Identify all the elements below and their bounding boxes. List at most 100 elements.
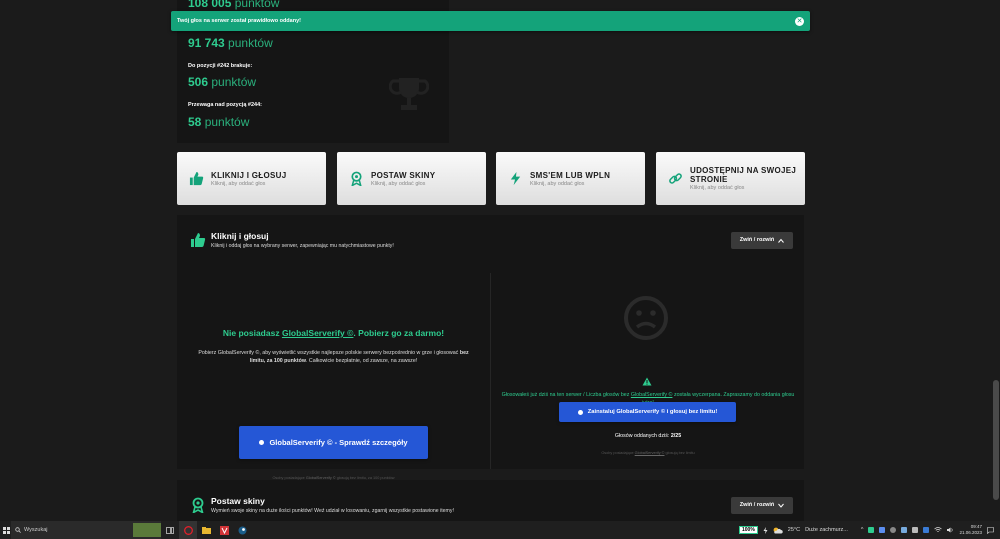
lead-value: 58 <box>188 115 202 129</box>
close-icon[interactable]: ✕ <box>795 16 804 26</box>
section-skins: Postaw skiny Wymień swoje skiny na duże … <box>177 480 804 521</box>
right-fine-print: Osoby posiadające GlobalServerify © głos… <box>491 451 805 455</box>
promo-description: Pobierz GlobalServerify ©, aby wyświetli… <box>192 349 475 365</box>
card-click-vote[interactable]: KLIKNIJ I GŁOSUJ Kliknij, aby oddać głos <box>177 152 326 205</box>
steam-icon <box>238 526 246 534</box>
promo-desc-part1: Pobierz GlobalServerify ©, aby wyświetli… <box>198 350 459 356</box>
charging-icon <box>763 526 768 534</box>
vote-status-pane: Głosowałeś już dziś na ten serwer / Licz… <box>490 273 804 469</box>
votes-value: 2/25 <box>670 433 682 439</box>
card-subtitle: Kliknij, aby oddać głos <box>211 180 266 187</box>
card-share[interactable]: UDOSTĘPNIJ NA SWOJEJ STRONIE Kliknij, ab… <box>656 152 805 205</box>
start-button[interactable] <box>1 526 11 534</box>
card-sms[interactable]: SMS'EM LUB WPLN Kliknij, aby oddać głos <box>496 152 645 205</box>
stats-row0-value: 108 005 <box>188 0 232 10</box>
promo-pane: Nie posiadasz GlobalServerify ©. Pobierz… <box>177 273 490 480</box>
chevron-up-icon <box>778 238 785 243</box>
tray-app-icon[interactable] <box>890 527 897 533</box>
missing-label: Do pozycji #242 brakuje: <box>188 63 253 69</box>
fine-part2: głosują bez limitu <box>665 451 695 455</box>
expand-toggle-button[interactable]: Zwiń / rozwiń <box>731 496 793 514</box>
wifi-icon[interactable] <box>934 527 943 533</box>
link-icon <box>669 173 682 184</box>
speaker-icon[interactable] <box>947 527 954 533</box>
award-icon <box>192 497 204 513</box>
card-title: UDOSTĘPNIJ NA SWOJEJ STRONIE <box>690 166 797 184</box>
success-toast: Twój głos na serwer został prawidłowo od… <box>171 11 810 31</box>
promo-title-link[interactable]: GlobalServerify © <box>282 328 353 338</box>
install-button-label: Zainstaluj GlobalServerify © i głosuj be… <box>587 409 718 415</box>
lead-row: 58 punktów <box>188 115 249 129</box>
section-title: Postaw skiny <box>211 496 265 506</box>
install-button[interactable]: Zainstaluj GlobalServerify © i głosuj be… <box>559 402 736 422</box>
votes-label: Głosów oddanych dziś: <box>614 433 670 439</box>
weather-desc[interactable]: Duże zachmurz... <box>805 527 848 533</box>
check-details-label: GlobalServerify © - Sprawdź szczegóły <box>269 438 408 447</box>
cloud-icon <box>773 527 783 533</box>
award-icon <box>351 171 362 186</box>
trophy-icon <box>389 78 429 110</box>
info-icon <box>259 440 265 445</box>
tray-app-icon[interactable] <box>879 527 886 533</box>
card-sms-text: SMS'EM LUB WPLN Kliknij, aby oddać głos <box>530 171 610 187</box>
warn-part1: Głosowałeś już dziś na ten serwer / Licz… <box>501 392 630 398</box>
taskbar: Wyszukaj 100% 25°C Duże zachmurz... ^ 09… <box>0 521 1000 539</box>
taskbar-app-office[interactable] <box>215 521 233 539</box>
thumbs-up-icon <box>191 233 206 247</box>
missing-value: 506 <box>188 75 209 89</box>
missing-unit: punktów <box>211 75 257 89</box>
card-skins-text: POSTAW SKINY Kliknij, aby oddać głos <box>371 171 435 187</box>
notification-icon[interactable] <box>987 526 994 534</box>
promo-title: Nie posiadasz GlobalServerify ©. Pobierz… <box>177 328 490 338</box>
card-subtitle: Kliknij, aby oddać głos <box>371 180 426 187</box>
search-highlight-image <box>133 523 161 537</box>
chevron-up-icon[interactable]: ^ <box>861 527 864 533</box>
tray-app-icon[interactable] <box>901 527 908 533</box>
card-share-text: UDOSTĘPNIJ NA SWOJEJ STRONIE Kliknij, ab… <box>690 166 800 191</box>
lightning-icon <box>510 171 521 186</box>
section-subtitle: Kliknij i oddaj głos na wybrany serwer, … <box>211 243 394 249</box>
card-title: SMS'EM LUB WPLN <box>530 170 611 180</box>
taskbar-search[interactable]: Wyszukaj <box>11 521 161 539</box>
sad-face-icon <box>624 296 668 340</box>
promo-title-prefix: Nie posiadasz <box>222 328 280 338</box>
tray-app-icon[interactable] <box>912 527 919 533</box>
opera-icon <box>183 525 193 535</box>
card-title: KLIKNIJ I GŁOSUJ <box>211 170 287 180</box>
missing-row: 506 punktów <box>188 75 256 89</box>
scrollbar-thumb[interactable] <box>993 380 999 500</box>
card-skins[interactable]: POSTAW SKINY Kliknij, aby oddać głos <box>337 152 486 205</box>
taskbar-app-steam[interactable] <box>233 521 251 539</box>
stats-row1: 91 743 punktów <box>188 36 273 50</box>
lead-unit: punktów <box>204 115 250 129</box>
folder-icon <box>201 526 211 534</box>
toast-message: Twój głos na serwer został prawidłowo od… <box>177 18 301 24</box>
task-view-icon <box>166 526 174 534</box>
task-view-button[interactable] <box>161 521 179 539</box>
lead-label: Przewaga nad pozycją #244: <box>188 102 262 108</box>
collapse-toggle-button[interactable]: Zwiń / rozwiń <box>731 231 793 249</box>
taskbar-app-explorer[interactable] <box>197 521 215 539</box>
tray-app-icon[interactable] <box>923 527 930 533</box>
warn-link[interactable]: GlobalServerify © <box>631 392 673 398</box>
weather-temp[interactable]: 25°C <box>788 527 800 533</box>
check-details-button[interactable]: GlobalServerify © - Sprawdź szczegóły <box>239 426 428 459</box>
taskbar-app-opera[interactable] <box>179 521 197 539</box>
promo-desc-part2: . Całkowicie bezpłatnie, od zawsze, na z… <box>305 358 418 364</box>
info-icon <box>577 409 583 415</box>
search-placeholder: Wyszukaj <box>24 527 48 533</box>
toggle-label: Zwiń / rozwiń <box>739 502 775 508</box>
card-subtitle: Kliknij, aby oddać głos <box>690 185 745 191</box>
warning-icon <box>642 377 652 386</box>
tray-app-icon[interactable] <box>868 527 875 533</box>
section-subtitle: Wymień swoje skiny na duże ilości punktó… <box>211 508 454 514</box>
votes-today: Głosów oddanych dziś: 2/25 <box>491 433 805 439</box>
page-scrollbar[interactable] <box>990 0 1000 521</box>
stats-row0: 108 005 punktów <box>188 0 279 10</box>
toggle-label: Zwiń / rozwiń <box>739 237 775 243</box>
stats-row1-unit: punktów <box>228 36 273 50</box>
clock[interactable]: 09:47 21.06.2023 <box>959 524 982 536</box>
fine-link[interactable]: GlobalServerify © <box>635 451 665 455</box>
battery-indicator[interactable]: 100% <box>738 526 758 534</box>
office-icon <box>219 525 229 535</box>
